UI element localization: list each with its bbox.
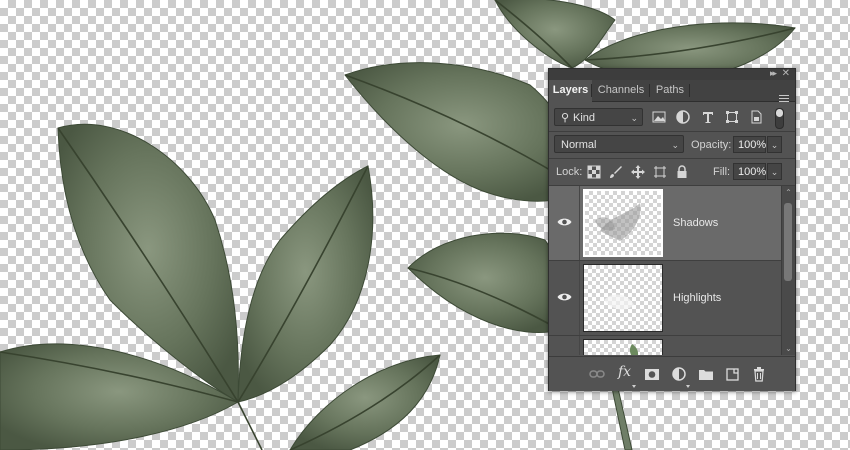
add-mask-icon[interactable] [644, 366, 660, 382]
link-layers-icon[interactable] [589, 366, 605, 382]
panel-tabs: Layers Channels Paths [549, 80, 795, 102]
scroll-down-icon[interactable]: ⌄ [782, 342, 795, 355]
layer-name[interactable]: Highlights [673, 261, 721, 335]
opacity-input[interactable]: 100% [733, 136, 766, 153]
thumbnail-shadows-art [595, 203, 641, 241]
eye-icon[interactable] [557, 217, 572, 227]
smart-object-filter-icon[interactable] [748, 109, 764, 125]
type-layer-filter-icon[interactable] [700, 109, 716, 125]
shape-layer-filter-icon[interactable] [724, 109, 740, 125]
scroll-up-icon[interactable]: ⌃ [782, 186, 795, 199]
layer-row-highlights[interactable]: Highlights [549, 261, 781, 336]
lock-transparent-pixels-icon[interactable] [587, 165, 601, 179]
filter-kind-label: Kind [573, 112, 596, 124]
tab-channels[interactable]: Channels [592, 80, 650, 101]
lock-all-icon[interactable] [675, 165, 689, 179]
lock-artboard-icon[interactable] [653, 165, 667, 179]
layer-filter-row: ⚲ Kind ⌄ [549, 105, 795, 131]
thumbnail-checkerboard [584, 340, 662, 355]
visibility-cell [549, 261, 580, 335]
layer-thumbnail[interactable] [583, 339, 663, 355]
lock-position-icon[interactable] [631, 165, 645, 179]
layers-bottom-toolbar: fx [549, 356, 795, 391]
thumbnail-checkerboard [585, 191, 661, 255]
hamburger-menu-icon[interactable] [779, 95, 789, 103]
thumbnail-leaf-art [629, 344, 639, 355]
fill-dropdown-arrow[interactable]: ⌄ [767, 163, 782, 180]
lock-row: Lock: Fill: 100% ⌄ [549, 159, 795, 185]
fill-input[interactable]: 100% [733, 163, 766, 180]
lock-image-pixels-icon[interactable] [609, 165, 623, 179]
layer-row-leaves[interactable] [549, 336, 781, 355]
layers-scrollbar[interactable]: ⌃ ⌄ [781, 186, 795, 355]
fx-icon[interactable]: fx [618, 364, 631, 380]
tab-label: Paths [655, 84, 685, 96]
opacity-dropdown-arrow[interactable]: ⌄ [767, 136, 782, 153]
layer-thumbnail[interactable] [583, 189, 663, 257]
lock-label: Lock: [556, 166, 583, 178]
new-layer-icon[interactable] [725, 366, 741, 382]
chevron-down-icon: ⌄ [630, 113, 638, 123]
layer-name[interactable]: Shadows [673, 186, 718, 260]
filter-toggle-icon[interactable] [775, 108, 784, 129]
panel-title-strip[interactable]: ▸▸ ✕ [549, 68, 795, 80]
pixel-layer-filter-icon[interactable] [651, 109, 667, 125]
search-icon: ⚲ [561, 112, 570, 124]
fill-label: Fill: [713, 166, 731, 178]
fx-menu-triangle [632, 385, 636, 388]
visibility-cell [549, 186, 580, 260]
double-chevron-right-icon[interactable]: ▸▸ [770, 68, 777, 79]
filter-kind-dropdown[interactable]: ⚲ Kind ⌄ [554, 108, 643, 126]
adjustment-layer-filter-icon[interactable] [675, 109, 691, 125]
blend-mode-dropdown[interactable]: Normal ⌄ [554, 135, 684, 153]
close-icon[interactable]: ✕ [782, 68, 790, 79]
thumbnail-checkerboard [584, 265, 662, 331]
trash-icon[interactable] [751, 366, 767, 382]
new-adjustment-layer-icon[interactable] [671, 366, 687, 382]
opacity-label: Opacity: [691, 139, 732, 151]
chevron-down-icon: ⌄ [671, 140, 679, 150]
layer-row-shadows[interactable]: Shadows [549, 186, 781, 261]
eye-icon[interactable] [557, 292, 572, 302]
blend-row: Normal ⌄ Opacity: 100% ⌄ [549, 132, 795, 158]
thumbnail-highlights-art [604, 294, 634, 310]
layers-panel: ▸▸ ✕ Layers Channels Paths ⚲ Kind ⌄ Norm… [548, 68, 796, 391]
tab-label: Channels [597, 84, 645, 96]
adjustment-menu-triangle [686, 385, 690, 388]
scrollbar-thumb[interactable] [784, 203, 792, 281]
tab-paths[interactable]: Paths [650, 80, 690, 101]
layers-list: Shadows Highlights [549, 186, 781, 355]
new-group-folder-icon[interactable] [698, 366, 714, 382]
blend-mode-value: Normal [561, 139, 597, 151]
tab-layers[interactable]: Layers [549, 80, 592, 102]
layer-thumbnail[interactable] [583, 264, 663, 332]
tab-separator [689, 84, 690, 97]
visibility-cell [549, 336, 580, 355]
tab-label: Layers [552, 84, 589, 96]
